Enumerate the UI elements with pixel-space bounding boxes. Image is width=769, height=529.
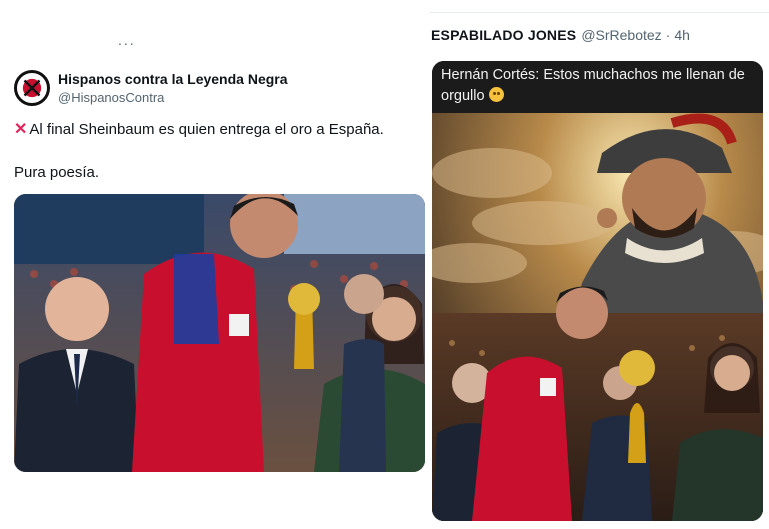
smiling-face-emoji-icon <box>488 87 504 102</box>
author-display-name[interactable]: Hispanos contra la Leyenda Negra <box>58 71 288 87</box>
separator-dot: · <box>665 27 671 43</box>
meme-caption-text: Hernán Cortés: Estos muchachos me llenan… <box>441 67 745 104</box>
ellipsis: ... <box>118 32 136 48</box>
author-handle[interactable]: @HispanosContra <box>58 90 164 105</box>
right-tweet: ESPABILADO JONES @SrRebotez · 4h Hernán … <box>430 0 769 529</box>
meme-image-card[interactable]: Hernán Cortés: Estos muchachos me llenan… <box>432 61 763 521</box>
tweet-text: ✕ Al final Sheinbaum es quien entrega el… <box>14 121 424 182</box>
avatar[interactable] <box>14 70 50 106</box>
award-ceremony-photo[interactable] <box>14 194 425 472</box>
meme-illustration <box>432 113 763 521</box>
tweet-timestamp[interactable]: 4h <box>674 27 690 43</box>
crossed-circle-icon <box>18 74 46 102</box>
cross-mark-icon: ✕ <box>14 121 28 138</box>
tweet-author-row: ESPABILADO JONES @SrRebotez · 4h <box>431 27 690 43</box>
conquistador-meme-image <box>432 113 763 521</box>
tweet-text-line1: Al final Sheinbaum es quien entrega el o… <box>29 121 384 138</box>
tweet-text-line2: Pura poesía. <box>14 164 100 181</box>
photo-illustration <box>14 194 425 472</box>
meme-caption: Hernán Cortés: Estos muchachos me llenan… <box>432 61 763 113</box>
left-tweet: ... Hispanos contra la Leyenda Negra @Hi… <box>0 0 430 529</box>
author-handle[interactable]: @SrRebotez <box>581 27 661 43</box>
author-display-name[interactable]: ESPABILADO JONES <box>431 27 576 43</box>
divider <box>430 12 769 13</box>
